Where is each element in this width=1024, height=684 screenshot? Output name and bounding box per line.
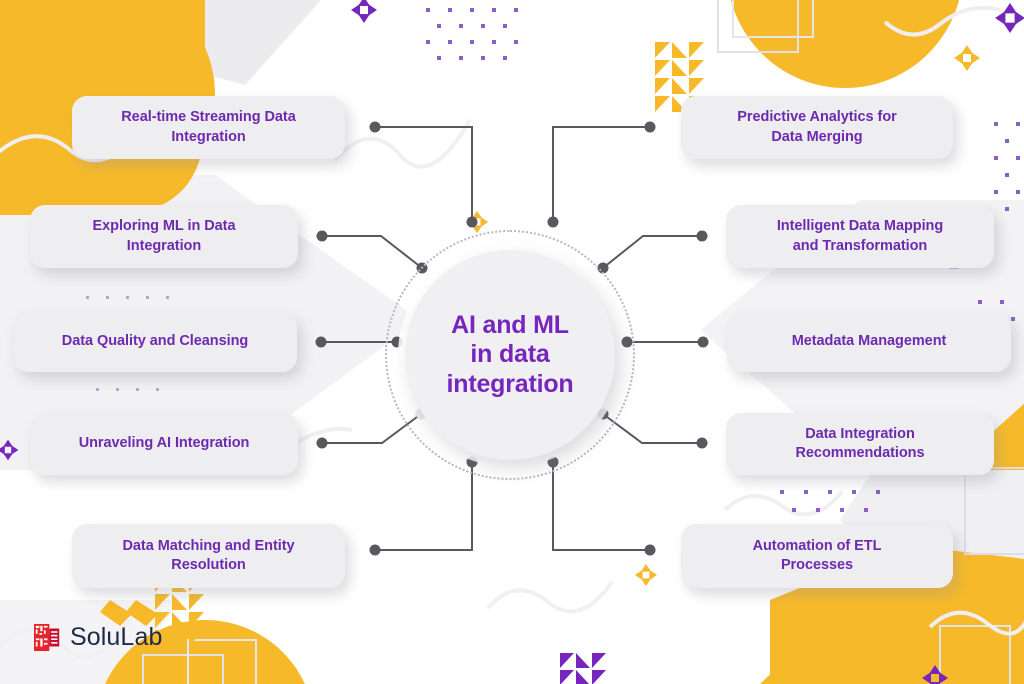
center-hub-title: AI and ML in data integration xyxy=(446,311,574,398)
infographic-canvas: AI and ML in data integration Real-time … xyxy=(0,0,1024,684)
content-layer: AI and ML in data integration Real-time … xyxy=(0,0,1024,684)
center-hub[interactable]: AI and ML in data integration xyxy=(405,250,615,460)
node-label: Exploring ML in Data Integration xyxy=(92,218,236,254)
node-card-real-time-streaming-data-integration[interactable]: Real-time Streaming Data Integration xyxy=(72,96,345,159)
node-card-data-integration-recommendations[interactable]: Data Integration Recommendations xyxy=(726,413,994,475)
node-card-metadata-management[interactable]: Metadata Management xyxy=(727,312,1011,372)
node-label: Metadata Management xyxy=(791,333,947,350)
node-label: Intelligent Data Mapping and Transformat… xyxy=(776,218,944,254)
node-label: Data Integration Recommendations xyxy=(795,425,925,461)
node-card-data-matching-and-entity-resolution[interactable]: Data Matching and Entity Resolution xyxy=(72,524,345,588)
node-label: Automation of ETL Processes xyxy=(752,537,882,573)
node-label: Data Quality and Cleansing xyxy=(61,333,249,350)
node-label: Real-time Streaming Data Integration xyxy=(121,109,296,145)
node-label: Predictive Analytics for Data Merging xyxy=(737,109,897,145)
node-label: Data Matching and Entity Resolution xyxy=(122,537,295,573)
solulab-logo[interactable]: SoluLab xyxy=(34,624,162,651)
node-label: Unraveling AI Integration xyxy=(78,435,250,452)
node-card-data-quality-and-cleansing[interactable]: Data Quality and Cleansing xyxy=(13,312,297,372)
node-card-unraveling-ai-integration[interactable]: Unraveling AI Integration xyxy=(30,413,298,475)
solulab-logo-mark xyxy=(34,624,60,651)
node-card-predictive-analytics-for-data-merging[interactable]: Predictive Analytics for Data Merging xyxy=(681,96,953,159)
solulab-logo-text: SoluLab xyxy=(70,623,163,651)
node-card-intelligent-data-mapping-and-transformation[interactable]: Intelligent Data Mapping and Transformat… xyxy=(726,205,994,268)
node-card-exploring-ml-in-data-integration[interactable]: Exploring ML in Data Integration xyxy=(30,205,298,268)
node-card-automation-of-etl-processes[interactable]: Automation of ETL Processes xyxy=(681,524,953,588)
